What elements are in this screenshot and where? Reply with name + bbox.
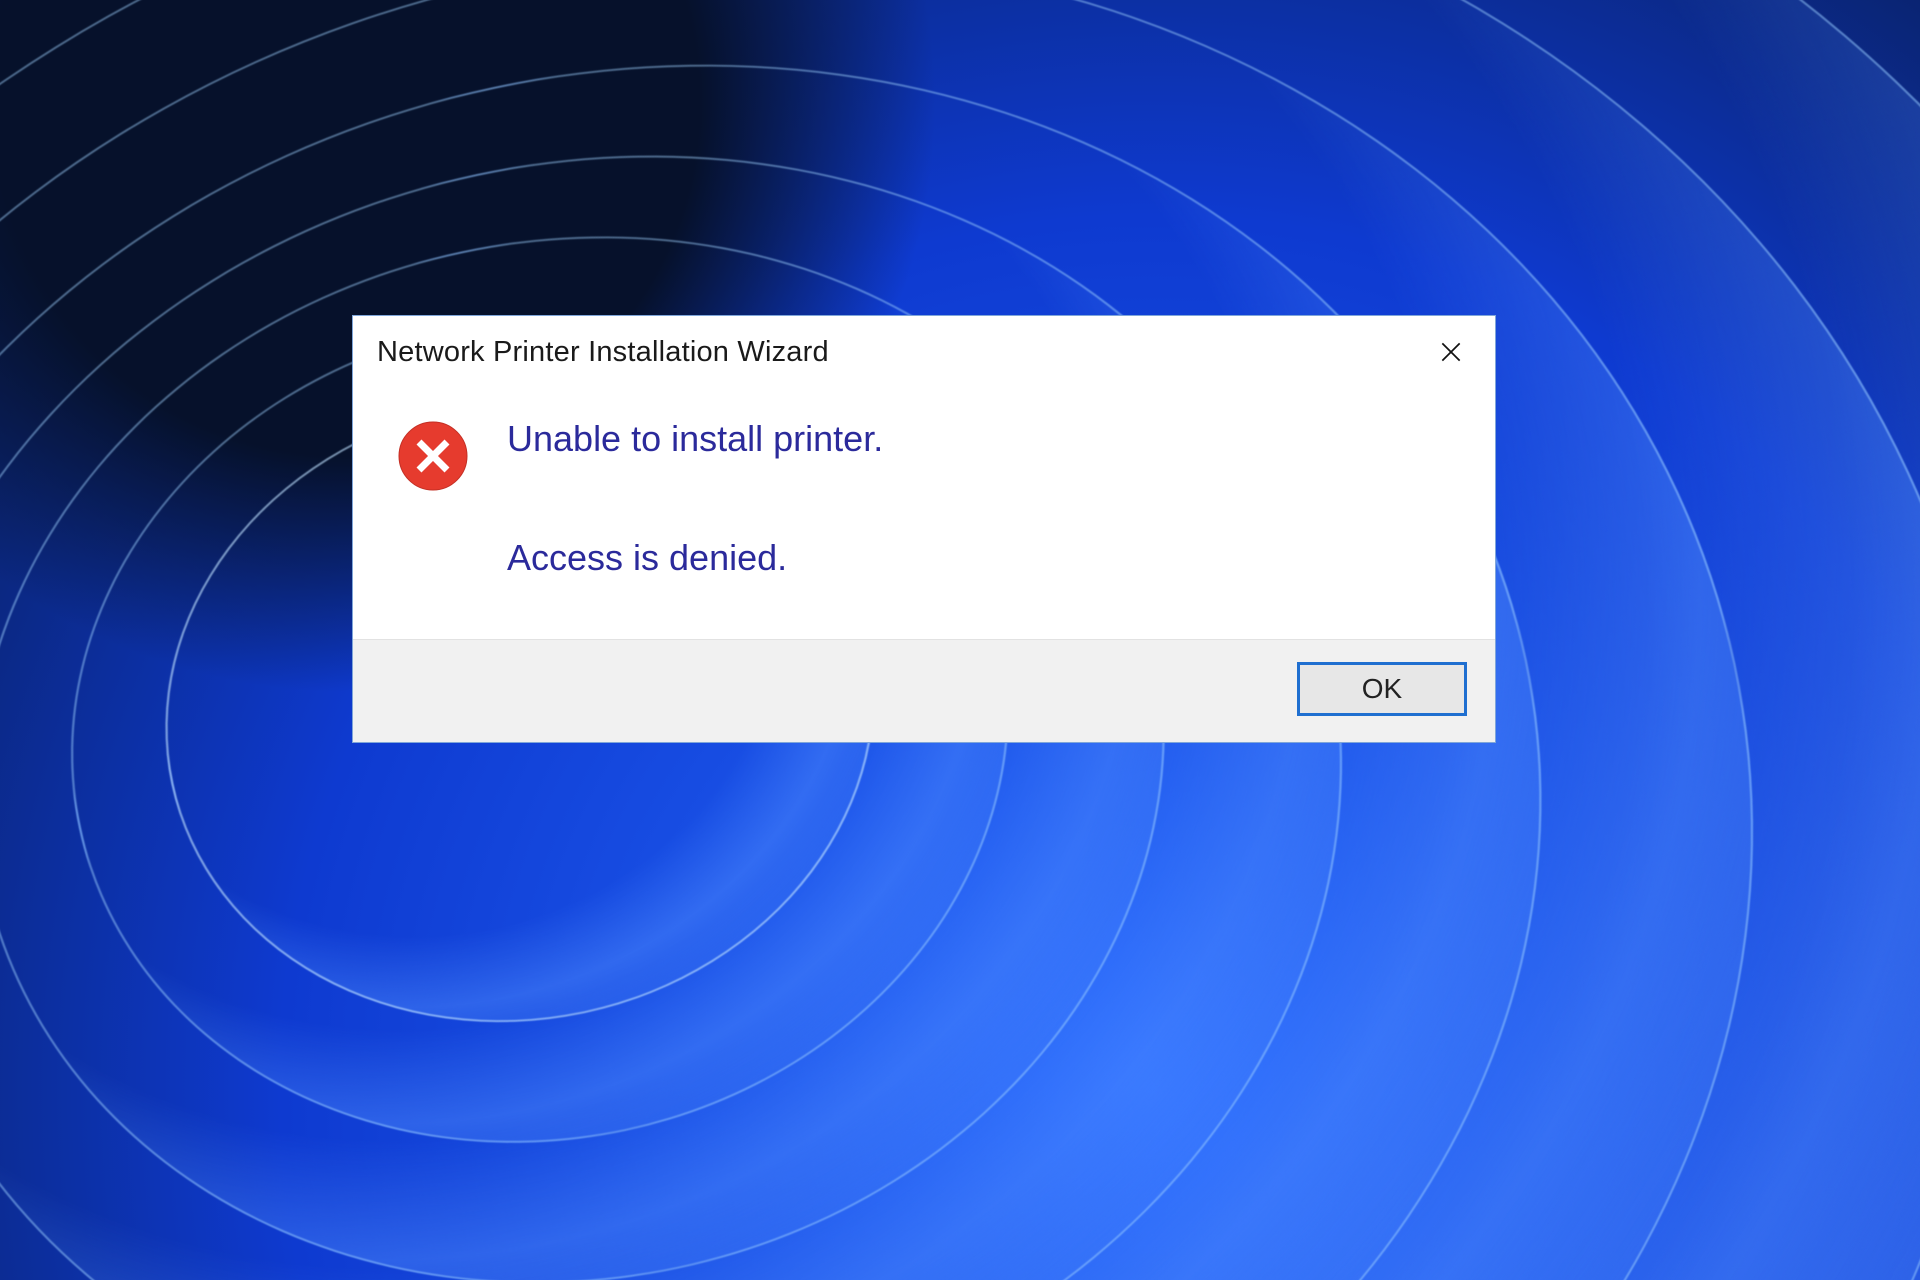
dialog-button-row: OK: [353, 639, 1495, 742]
ok-button[interactable]: OK: [1297, 662, 1467, 716]
dialog-title: Network Printer Installation Wizard: [377, 336, 829, 369]
close-button[interactable]: [1429, 330, 1473, 374]
dialog-message-secondary: Access is denied.: [507, 537, 883, 578]
dialog-content: Unable to install printer. Access is den…: [353, 382, 1495, 639]
error-dialog: Network Printer Installation Wizard Unab…: [352, 315, 1496, 743]
dialog-message-primary: Unable to install printer.: [507, 418, 883, 459]
dialog-messages: Unable to install printer. Access is den…: [507, 416, 883, 579]
close-icon: [1438, 339, 1464, 365]
dialog-titlebar: Network Printer Installation Wizard: [353, 316, 1495, 382]
error-icon: [397, 420, 469, 492]
